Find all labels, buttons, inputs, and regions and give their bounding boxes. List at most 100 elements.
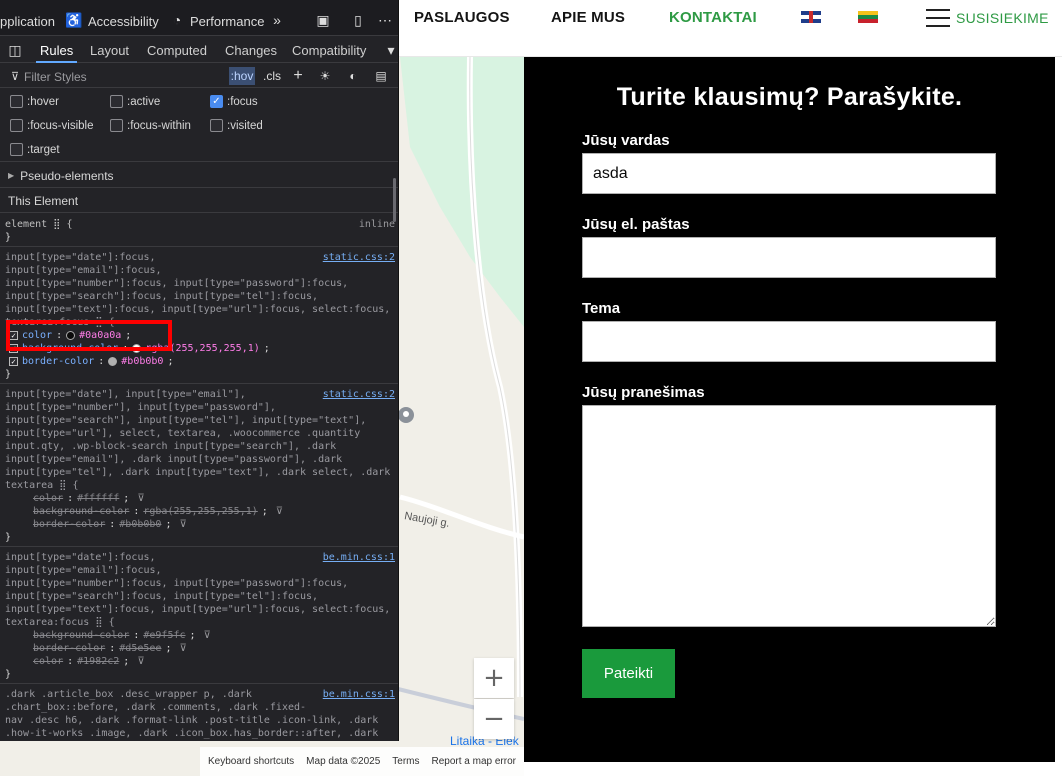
rule-selector[interactable]: .how-it-works .image, .dark .icon_box.ha… (5, 727, 394, 740)
filter-icon[interactable]: ⊽ (204, 629, 211, 642)
more-options-icon[interactable]: ⋯ (376, 11, 394, 29)
nav-link-paslaugos[interactable]: PASLAUGOS (414, 9, 510, 26)
tab-rules[interactable]: Rules (35, 43, 78, 63)
nav-link-apie-mus[interactable]: APIE MUS (551, 9, 625, 26)
filter-icon[interactable]: ⊽ (137, 655, 144, 668)
print-media-icon[interactable]: ▤ (372, 67, 390, 85)
css-value[interactable]: #b0b0b0 (119, 518, 161, 531)
rule-source-link[interactable]: static.css:2 (323, 388, 395, 401)
declaration-checkbox[interactable]: ✓ (9, 357, 18, 366)
rule-source-link[interactable]: static.css:2 (323, 251, 395, 264)
dark-mode-icon[interactable]: ◐ (344, 67, 362, 85)
css-property[interactable]: color (22, 329, 52, 342)
tab-accessibility[interactable]: Accessibility (88, 14, 159, 29)
rule-selector[interactable]: input[type="number"]:focus, input[type="… (5, 577, 394, 590)
contact-cta-link[interactable]: SUSISIEKIME (956, 10, 1049, 26)
pseudo-focus-visible-checkbox[interactable]: :focus-visible (10, 119, 93, 132)
css-property[interactable]: border-color (22, 355, 94, 368)
map-zoom-out-button[interactable]: − (474, 699, 514, 739)
keyboard-shortcuts-link[interactable]: Keyboard shortcuts (208, 756, 294, 767)
css-property[interactable]: color (33, 492, 63, 505)
tab-layout[interactable]: Layout (90, 43, 129, 58)
css-declaration[interactable]: color: #1982c2; ⊽ (5, 655, 394, 668)
light-mode-icon[interactable]: ☀ (316, 67, 334, 85)
pseudo-target-checkbox[interactable]: :target (10, 143, 60, 156)
rule-selector[interactable]: input[type="text"]:focus, input[type="ur… (5, 303, 394, 316)
css-declaration[interactable]: color: #ffffff; ⊽ (5, 492, 394, 505)
color-swatch-icon[interactable] (66, 331, 76, 340)
tab-computed[interactable]: Computed (147, 43, 207, 58)
rule-selector[interactable]: input[type="search"], input[type="tel"],… (5, 414, 394, 427)
rule-selector[interactable]: input[type="search"]:focus, input[type="… (5, 590, 394, 603)
nav-link-kontaktai[interactable]: KONTAKTAI (669, 9, 757, 26)
declaration-checkbox[interactable]: ✓ (9, 344, 18, 353)
css-property[interactable]: color (33, 655, 63, 668)
rule-selector[interactable]: input.qty, .wp-block-search input[type="… (5, 440, 394, 453)
css-property[interactable]: background-color (33, 505, 129, 518)
hamburger-menu-icon[interactable] (926, 9, 950, 27)
english-flag-icon[interactable] (801, 11, 821, 23)
rule-selector[interactable]: textarea:focus ⣿ { (5, 616, 394, 629)
rule-selector[interactable]: input[type="tel"], .dark input[type="tex… (5, 466, 394, 479)
name-field[interactable] (582, 153, 996, 194)
subject-field[interactable] (582, 321, 996, 362)
pseudo-hover-checkbox[interactable]: :hover (10, 95, 59, 108)
pseudo-visited-checkbox[interactable]: :visited (210, 119, 263, 132)
css-value[interactable]: #1982c2 (77, 655, 119, 668)
toggle-sidebar-icon[interactable]: ◫ (6, 41, 24, 59)
color-swatch-icon[interactable] (132, 344, 142, 353)
sidebar-dropdown-icon[interactable]: ▾ (382, 41, 398, 59)
rule-source-link[interactable]: be.min.css:1 (323, 688, 395, 701)
color-swatch-icon[interactable] (108, 357, 118, 366)
hov-toggle-button[interactable]: :hov (229, 67, 255, 85)
pseudo-focus-checkbox[interactable]: ✓:focus (210, 95, 258, 108)
map-zoom-in-button[interactable]: + (474, 658, 514, 698)
message-textarea[interactable] (582, 405, 996, 627)
rule-selector[interactable]: nav .desc h6, .dark .format-link .post-t… (5, 714, 394, 727)
css-declaration[interactable]: border-color: #b0b0b0; ⊽ (5, 518, 394, 531)
css-declaration[interactable]: ✓ color: #0a0a0a; (5, 329, 394, 342)
css-declaration[interactable]: background-color: rgba(255,255,255,1); ⊽ (5, 505, 394, 518)
rule-selector[interactable]: .chart_box::before, .dark .comments, .da… (5, 701, 394, 714)
rule-selector[interactable]: input[type="email"]:focus, (5, 564, 394, 577)
lithuanian-flag-icon[interactable] (858, 11, 878, 23)
rule-selector[interactable]: input[type="email"]:focus, (5, 264, 394, 277)
rule-selector[interactable]: textarea ⣿ { (5, 479, 394, 492)
css-property[interactable]: background-color (33, 629, 129, 642)
css-property[interactable]: background-color (22, 342, 118, 355)
dock-layout-icon[interactable]: ▣ (314, 11, 332, 29)
rule-selector[interactable]: input[type="number"], input[type="passwo… (5, 401, 394, 414)
email-field[interactable] (582, 237, 996, 278)
pseudo-active-checkbox[interactable]: :active (110, 95, 160, 108)
css-declaration[interactable]: background-color: #e9f5fc; ⊽ (5, 629, 394, 642)
css-value[interactable]: #b0b0b0 (121, 355, 163, 368)
rule-selector[interactable]: input[type="text"]:focus, input[type="ur… (5, 603, 394, 616)
css-value[interactable]: rgba(255,255,255,1) (145, 342, 259, 355)
filter-icon[interactable]: ⊽ (179, 642, 186, 655)
filter-icon[interactable]: ⊽ (276, 505, 283, 518)
rule-selector[interactable]: input[type="email"], .dark input[type="p… (5, 453, 394, 466)
css-value[interactable]: #0a0a0a (79, 329, 121, 342)
submit-button[interactable]: Pateikti (582, 649, 675, 698)
pseudo-focus-within-checkbox[interactable]: :focus-within (110, 119, 191, 132)
rule-source-link[interactable]: be.min.css:1 (323, 551, 395, 564)
cls-toggle-button[interactable]: .cls (262, 67, 282, 85)
css-value[interactable]: #e9f5fc (143, 629, 185, 642)
add-rule-icon[interactable]: + (289, 67, 307, 85)
css-property[interactable]: border-color (33, 642, 105, 655)
rule-selector[interactable]: input[type="url"], select, textarea, .wo… (5, 427, 394, 440)
tab-application[interactable]: pplication (0, 14, 55, 29)
tab-performance[interactable]: Performance (190, 14, 264, 29)
more-tabs-chevron-icon[interactable]: » (268, 11, 286, 29)
css-property[interactable]: border-color (33, 518, 105, 531)
css-value[interactable]: #ffffff (77, 492, 119, 505)
filter-styles-input[interactable] (8, 68, 218, 85)
tab-changes[interactable]: Changes (225, 43, 277, 58)
report-map-error-link[interactable]: Report a map error (432, 756, 516, 767)
css-declaration[interactable]: ✓ border-color: #b0b0b0; (5, 355, 394, 368)
css-declaration[interactable]: ✓ background-color: rgba(255,255,255,1); (5, 342, 394, 355)
responsive-design-icon[interactable]: ▯ (349, 11, 367, 29)
terms-link[interactable]: Terms (392, 756, 419, 767)
rule-selector[interactable]: element ⣿ { (5, 218, 394, 231)
css-value[interactable]: rgba(255,255,255,1) (143, 505, 257, 518)
